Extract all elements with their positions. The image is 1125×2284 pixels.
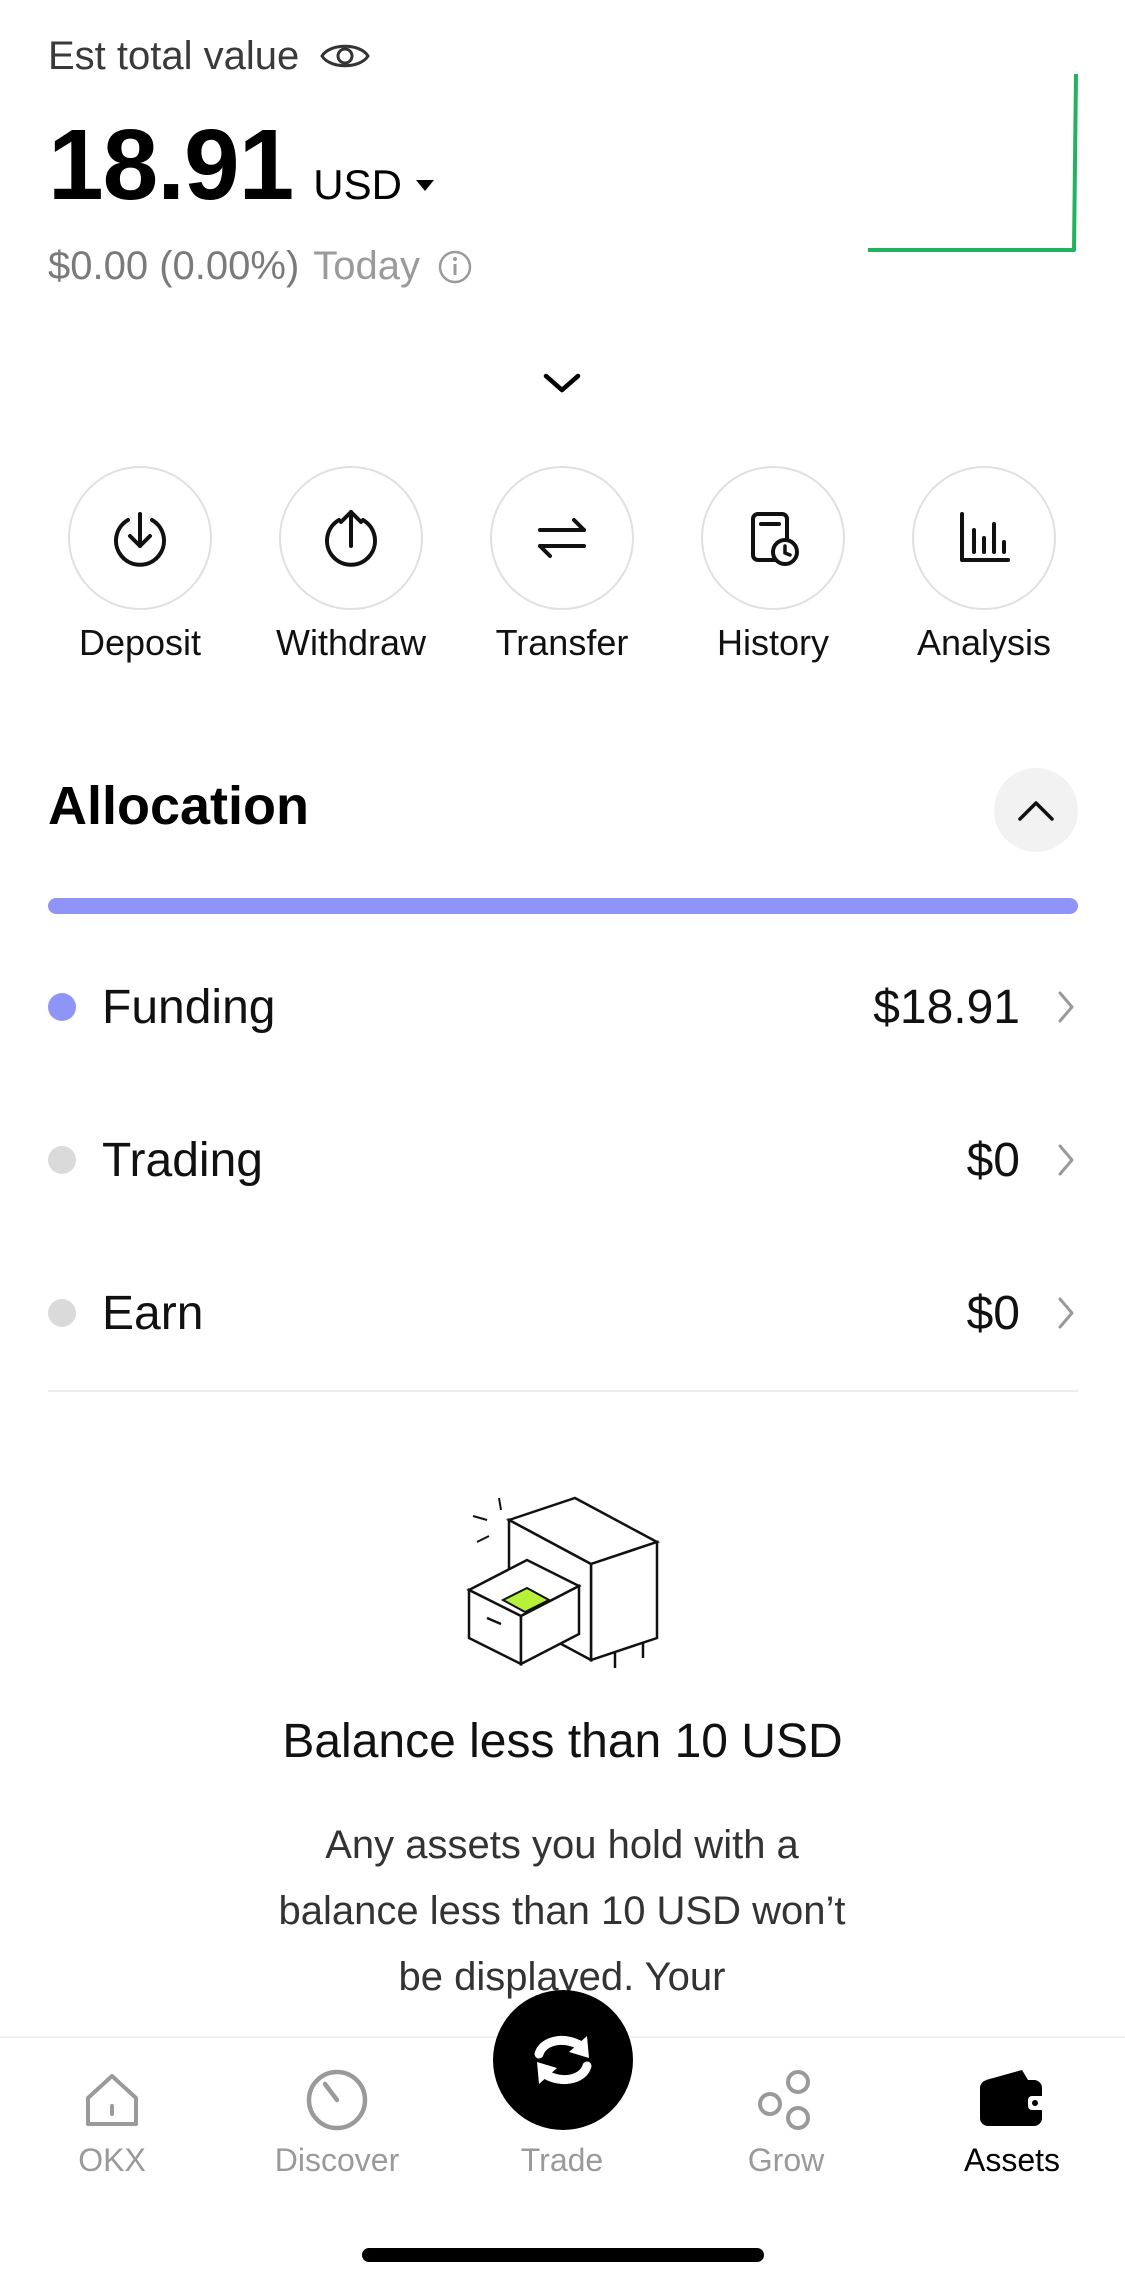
nav-item-okx[interactable]: OKX <box>12 2066 212 2179</box>
transfer-button[interactable]: Transfer <box>462 466 662 664</box>
nav-label: Assets <box>963 2142 1061 2178</box>
deposit-label: Deposit <box>78 622 202 663</box>
history-icon <box>751 512 799 566</box>
nav-item-assets[interactable]: Assets <box>912 2066 1112 2179</box>
analysis-icon <box>960 512 1010 562</box>
chevron-right-icon <box>1058 1144 1074 1176</box>
pnl-change: $0.00 (0.00%) <box>48 244 300 288</box>
chevron-right-icon <box>1058 1297 1074 1329</box>
deposit-icon <box>114 512 166 567</box>
home-icon <box>78 2066 146 2134</box>
allocation-bar <box>48 898 1078 914</box>
nav-item-grow[interactable]: Grow <box>686 2066 886 2179</box>
deposit-button[interactable]: Deposit <box>40 466 240 664</box>
history-label: History <box>716 622 829 663</box>
allocation-row-trading[interactable]: Trading $0 <box>48 1110 1078 1210</box>
withdraw-icon <box>325 510 377 567</box>
analysis-label: Analysis <box>916 622 1052 663</box>
transfer-circle <box>490 466 634 610</box>
analysis-button[interactable]: Analysis <box>884 466 1084 664</box>
allocation-name: Earn <box>102 1286 204 1340</box>
empty-state-description: Any assets you hold with a balance less … <box>278 1823 846 1999</box>
wallet-icon <box>978 2066 1046 2134</box>
transfer-label: Transfer <box>495 622 629 663</box>
grow-icon <box>752 2066 820 2134</box>
discover-icon <box>303 2066 371 2134</box>
trade-button[interactable] <box>493 1990 633 2130</box>
withdraw-label: Withdraw <box>275 622 427 663</box>
eye-icon[interactable] <box>319 30 371 82</box>
history-button[interactable]: History <box>673 466 873 664</box>
withdraw-circle <box>279 466 423 610</box>
est-total-row: Est total value <box>48 30 371 82</box>
allocation-row-funding[interactable]: Funding $18.91 <box>48 957 1078 1057</box>
empty-drawer-illustration <box>466 1496 661 1668</box>
allocation-row-earn[interactable]: Earn $0 <box>48 1263 1078 1363</box>
empty-state-title: Balance less than 10 USD <box>282 1715 843 1768</box>
allocation-title: Allocation <box>48 776 310 836</box>
pnl-period: Today <box>313 244 421 288</box>
total-value: 18.91 <box>48 109 294 221</box>
home-indicator <box>362 2248 764 2262</box>
analysis-circle <box>912 466 1056 610</box>
allocation-dot <box>48 1146 76 1174</box>
nav-label: OKX <box>78 2142 146 2178</box>
est-total-label: Est total value <box>48 33 300 78</box>
withdraw-button[interactable]: Withdraw <box>251 466 451 664</box>
nav-label: Grow <box>747 2142 825 2178</box>
chevron-down-icon[interactable] <box>540 368 584 398</box>
total-value-row: 18.91 USD <box>48 108 434 223</box>
chevron-right-icon <box>1058 991 1074 1023</box>
nav-label-trade: Trade <box>520 2142 604 2178</box>
allocation-name: Trading <box>102 1133 263 1187</box>
trade-swap-icon <box>534 2035 592 2085</box>
pnl-row: $0.00 (0.00%) Today <box>48 244 474 289</box>
currency-selector[interactable]: USD <box>313 161 434 209</box>
nav-label: Discover <box>274 2142 400 2178</box>
allocation-collapse-button[interactable] <box>994 768 1078 852</box>
chevron-up-icon <box>1018 801 1054 821</box>
quick-actions: Deposit Withdraw Transfer History Analys… <box>0 466 1125 686</box>
deposit-circle <box>68 466 212 610</box>
section-divider <box>48 1390 1078 1392</box>
allocation-dot <box>48 993 76 1021</box>
allocation-value: $0 <box>966 1286 1020 1340</box>
history-circle <box>701 466 845 610</box>
nav-item-discover[interactable]: Discover <box>237 2066 437 2179</box>
allocation-value: $0 <box>966 1133 1020 1187</box>
info-icon[interactable] <box>436 248 474 286</box>
caret-down-icon <box>415 179 434 191</box>
allocation-value: $18.91 <box>873 980 1020 1034</box>
balance-sparkline <box>868 73 1078 252</box>
transfer-icon <box>538 518 586 558</box>
currency-label: USD <box>313 161 402 208</box>
allocation-dot <box>48 1299 76 1327</box>
allocation-name: Funding <box>102 980 276 1034</box>
assets-page: Est total value 18.91 USD $0.00 (0.00%) … <box>0 0 1125 2284</box>
sparkline-series <box>868 73 1078 252</box>
